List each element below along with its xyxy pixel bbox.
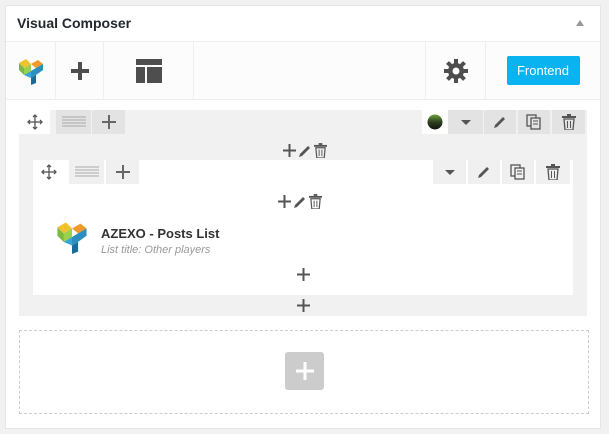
gear-icon: [443, 58, 468, 83]
move-arrows-icon: [40, 164, 57, 180]
collapse-toggle-icon[interactable]: [576, 20, 584, 26]
column-add-plus-icon[interactable]: [283, 144, 296, 157]
inner-column-add-plus-icon[interactable]: [278, 195, 291, 208]
plus-icon: [295, 362, 314, 380]
element-title: AZEXO - Posts List: [101, 226, 220, 241]
copy-icon: [526, 114, 541, 130]
column-controls: [283, 143, 327, 158]
row-layout-button[interactable]: [56, 110, 91, 134]
row-clone-button[interactable]: [518, 110, 550, 134]
trash-icon: [546, 164, 560, 180]
trash-icon: [561, 114, 576, 130]
layout-template-icon: [135, 58, 162, 83]
settings-button[interactable]: [425, 42, 486, 99]
vc-logo-icon: [18, 58, 43, 85]
inner-row-delete-button[interactable]: [536, 160, 570, 184]
composer-navbar: Frontend: [6, 42, 600, 100]
inner-column-delete-trash-icon[interactable]: [309, 194, 322, 209]
plus-icon: [101, 115, 116, 129]
inner-column-controls: [278, 194, 322, 209]
row-layout-icon: [61, 116, 86, 127]
pencil-icon: [494, 117, 505, 128]
add-row-area: [19, 330, 589, 414]
caret-down-icon: [460, 119, 471, 125]
caret-down-icon: [444, 169, 455, 175]
row-color-indicator[interactable]: [422, 110, 448, 134]
inner-column-edit-pencil-icon[interactable]: [293, 195, 307, 209]
inner-row-layout-button[interactable]: [69, 160, 104, 184]
pencil-icon: [478, 167, 489, 178]
column-edit-pencil-icon[interactable]: [298, 144, 312, 158]
plus-icon: [70, 61, 89, 80]
add-row-button[interactable]: [285, 352, 324, 390]
inner-row-controls: [33, 160, 573, 184]
row-layout-icon: [74, 166, 99, 177]
inner-row-toggle-button[interactable]: [433, 160, 466, 184]
inner-row-clone-button[interactable]: [502, 160, 534, 184]
inner-row-edit-button[interactable]: [468, 160, 500, 184]
panel-header: Visual Composer: [6, 6, 600, 42]
vc-logo-button[interactable]: [6, 42, 56, 99]
plus-icon: [115, 165, 130, 179]
panel-title: Visual Composer: [17, 15, 132, 31]
row-delete-button[interactable]: [552, 110, 585, 134]
element-subtitle: List title: Other players: [101, 244, 211, 256]
row-add-column-button[interactable]: [92, 110, 125, 134]
move-arrows-icon: [26, 114, 43, 130]
frontend-cell: Frontend: [486, 42, 600, 99]
templates-button[interactable]: [104, 42, 194, 99]
inner-row-move-handle[interactable]: [33, 160, 64, 184]
inner-row-add-column-button[interactable]: [106, 160, 139, 184]
row-move-handle[interactable]: [19, 110, 50, 134]
visual-composer-panel: Visual Composer Frontend AZEXO - Posts L…: [5, 5, 601, 429]
vc-element-icon: [57, 222, 87, 254]
row-edit-button[interactable]: [484, 110, 516, 134]
add-element-plus-icon[interactable]: [297, 299, 310, 312]
inner-row: AZEXO - Posts List List title: Other pla…: [33, 160, 573, 295]
frontend-button[interactable]: Frontend: [506, 56, 580, 85]
row-background-indicator-icon: [427, 114, 443, 130]
row-container: AZEXO - Posts List List title: Other pla…: [19, 110, 587, 316]
add-element-button[interactable]: [56, 42, 104, 99]
inner-add-element-plus-icon[interactable]: [297, 268, 310, 281]
column-delete-trash-icon[interactable]: [314, 143, 327, 158]
copy-icon: [510, 164, 525, 180]
row-toggle-button[interactable]: [448, 110, 483, 134]
